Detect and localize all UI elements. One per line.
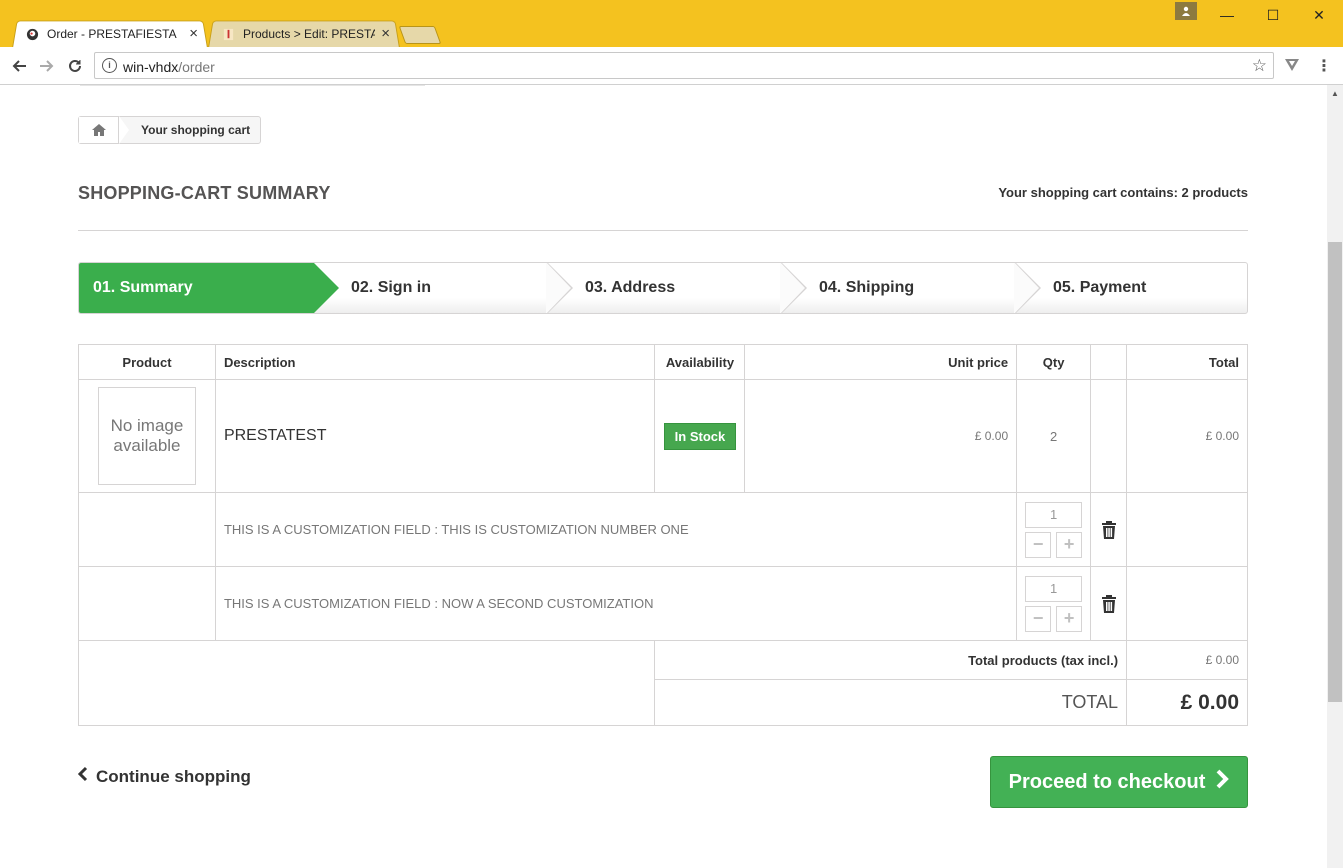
empty-cell: [78, 492, 216, 567]
continue-shopping-label: Continue shopping: [96, 766, 251, 786]
product-image-placeholder[interactable]: No image available: [97, 387, 196, 485]
table-header-row: Product Description Availability Unit pr…: [78, 344, 1248, 380]
customization-row: THIS IS A CUSTOMIZATION FIELD : THIS IS …: [78, 492, 1248, 567]
forward-arrow-icon[interactable]: [36, 55, 58, 77]
chevron-left-icon: [77, 765, 88, 788]
checkout-label: Proceed to checkout: [1008, 770, 1206, 793]
reload-icon[interactable]: [64, 55, 86, 77]
page-title: SHOPPING-CART SUMMARY: [78, 183, 331, 203]
browser-titlebar: Order - PRESTAFIESTA × Products > Edit: …: [0, 0, 1343, 48]
chevron-right-icon: [1215, 768, 1230, 797]
step-summary: 01. Summary: [79, 263, 313, 313]
proceed-to-checkout-button[interactable]: Proceed to checkout: [990, 756, 1248, 808]
empty-cell: [1090, 379, 1128, 493]
column-header: Description: [214, 344, 656, 380]
tab-title: Order - PRESTAFIESTA: [47, 27, 177, 41]
step-arrow: [1014, 263, 1039, 313]
menu-kebab-icon[interactable]: ⋮: [1316, 56, 1332, 76]
vertical-scrollbar[interactable]: ▲: [1327, 85, 1343, 868]
tab-title: Products > Edit: PRESTAT: [243, 27, 376, 41]
step-address: 03. Address: [585, 279, 676, 296]
total-label: TOTAL: [654, 679, 1128, 726]
close-tab-icon[interactable]: ×: [189, 27, 198, 41]
divider: [80, 85, 425, 86]
quantity-input[interactable]: 1: [1025, 501, 1083, 528]
column-header: Total: [1126, 344, 1248, 380]
delete-trash-icon[interactable]: [1091, 594, 1126, 613]
customization-text: THIS IS A CUSTOMIZATION FIELD : THIS IS …: [214, 492, 1018, 567]
empty-cell: [1126, 566, 1248, 641]
total-products-value: £ 0.00: [1126, 640, 1248, 680]
minimize-button[interactable]: —: [1204, 0, 1250, 30]
step-payment: 05. Payment: [1053, 279, 1147, 296]
increase-qty-button[interactable]: +: [1056, 605, 1083, 632]
tab-order[interactable]: Order - PRESTAFIESTA ×: [12, 19, 208, 48]
url-text: win-vhdx/order: [123, 59, 215, 75]
column-header: Availability: [654, 344, 746, 380]
breadcrumb: Your shopping cart: [78, 116, 261, 144]
total-value: £ 0.00: [1126, 679, 1248, 726]
decrease-qty-button[interactable]: −: [1025, 605, 1052, 632]
prestashop-favicon-icon: [26, 28, 39, 40]
scroll-up-icon[interactable]: ▲: [1331, 89, 1339, 98]
customization-row: THIS IS A CUSTOMIZATION FIELD : NOW A SE…: [78, 566, 1248, 641]
step-shipping: 04. Shipping: [819, 279, 915, 296]
total-products-row: Total products (tax incl.) £ 0.00: [77, 640, 1248, 726]
cart-counter: Your shopping cart contains: 2 products: [998, 185, 1248, 200]
profile-icon[interactable]: [1175, 2, 1197, 20]
close-window-button[interactable]: ✕: [1296, 0, 1342, 30]
address-bar[interactable]: i win-vhdx/order ☆: [94, 52, 1274, 79]
quantity-stepper: 1 − +: [1016, 566, 1092, 641]
quantity-value: 2: [1016, 379, 1092, 493]
cart-table: Product Description Availability Unit pr…: [77, 344, 1248, 726]
product-name[interactable]: PRESTATEST: [214, 379, 656, 493]
unit-price: £ 0.00: [744, 379, 1018, 493]
back-arrow-icon[interactable]: [8, 55, 30, 77]
delete-trash-icon[interactable]: [1091, 520, 1126, 539]
status-badge: In Stock: [663, 422, 737, 450]
maximize-button[interactable]: ☐: [1250, 0, 1296, 30]
step-arrow: [313, 263, 339, 313]
checkout-steps: 01. Summary 02. Sign in 03. Address 04. …: [78, 262, 1248, 314]
breadcrumb-separator: [119, 116, 129, 144]
breadcrumb-current: Your shopping cart: [141, 123, 251, 137]
tab-products-edit[interactable]: Products > Edit: PRESTAT ×: [208, 19, 400, 48]
customization-text: THIS IS A CUSTOMIZATION FIELD : NOW A SE…: [214, 566, 1018, 641]
product-image-cell: No image available: [78, 379, 216, 493]
column-header: Unit price: [744, 344, 1018, 380]
new-tab-button[interactable]: [398, 26, 442, 44]
page-viewport: Your shopping cart SHOPPING-CART SUMMARY…: [0, 85, 1327, 868]
admin-favicon-icon: [223, 28, 234, 40]
table-row: No image available PRESTATEST In Stock £…: [78, 379, 1248, 493]
bookmark-star-icon[interactable]: ☆: [1252, 56, 1267, 76]
divider: [78, 230, 1248, 231]
empty-cell: [78, 566, 216, 641]
increase-qty-button[interactable]: +: [1056, 531, 1083, 558]
home-icon[interactable]: [79, 117, 119, 143]
empty-cell: [1126, 492, 1248, 567]
quantity-stepper: 1 − +: [1016, 492, 1092, 567]
step-arrow: [780, 263, 805, 313]
browser-toolbar: i win-vhdx/order ☆ ⋮: [0, 47, 1343, 85]
scrollbar-thumb[interactable]: [1328, 242, 1342, 702]
empty-cell: [77, 640, 656, 726]
step-sign-in: 02. Sign in: [351, 279, 432, 296]
decrease-qty-button[interactable]: −: [1025, 531, 1052, 558]
column-header-empty: [1090, 344, 1128, 380]
extension-icon[interactable]: [1284, 57, 1300, 76]
line-total: £ 0.00: [1126, 379, 1248, 493]
total-products-label: Total products (tax incl.): [654, 640, 1128, 680]
continue-shopping-link[interactable]: Continue shopping: [77, 765, 251, 788]
step-arrow: [546, 263, 571, 313]
info-icon[interactable]: i: [102, 58, 117, 73]
column-header: Product: [78, 344, 216, 380]
quantity-input[interactable]: 1: [1025, 575, 1083, 602]
close-tab-icon[interactable]: ×: [381, 27, 390, 41]
column-header: Qty: [1016, 344, 1092, 380]
